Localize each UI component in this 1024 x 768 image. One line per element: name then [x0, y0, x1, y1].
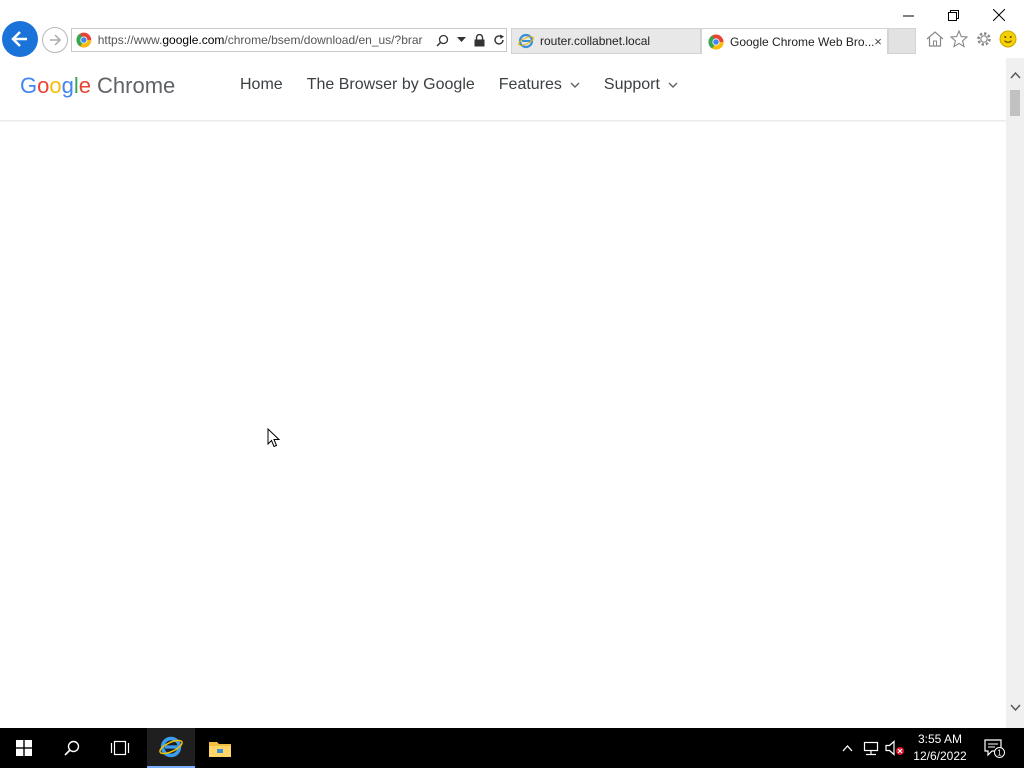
back-button[interactable] — [2, 21, 38, 57]
tab-router-collabnet[interactable]: router.collabnet.local — [511, 28, 701, 54]
google-chrome-logo[interactable]: Google Chrome — [20, 73, 175, 99]
web-page: Google Chrome Home The Browser by Google… — [0, 58, 1006, 728]
tab-close-button[interactable]: × — [871, 34, 885, 49]
favorites-star-icon[interactable] — [949, 29, 969, 49]
url-prefix: https://www. — [97, 33, 163, 47]
browser-window: https://www.google.com/chrome/bsem/downl… — [0, 0, 1024, 728]
taskbar-internet-explorer[interactable] — [147, 728, 195, 768]
url-path: /chrome/bsem/download/en_us/?brar — [224, 33, 423, 47]
feedback-smiley-icon[interactable] — [998, 29, 1018, 49]
vertical-scrollbar[interactable] — [1006, 58, 1024, 728]
site-header: Google Chrome Home The Browser by Google… — [0, 58, 1006, 120]
taskbar-search-button[interactable] — [48, 728, 96, 768]
refresh-icon[interactable] — [491, 33, 506, 48]
tab-label: router.collabnet.local — [540, 34, 651, 48]
arrow-right-icon — [50, 34, 62, 46]
speaker-muted-icon — [885, 740, 904, 756]
lock-icon[interactable] — [473, 33, 488, 48]
chevron-down-icon — [1009, 704, 1021, 711]
scrollbar-thumb[interactable] — [1010, 90, 1020, 116]
clock-date: 12/6/2022 — [913, 749, 967, 763]
tab-label: Google Chrome Web Bro... — [730, 34, 875, 49]
nav-support[interactable]: Support — [604, 76, 678, 94]
taskbar: 3:55 AM 12/6/2022 1 — [0, 728, 1024, 768]
chevron-up-icon — [842, 744, 852, 751]
restore-button[interactable] — [930, 2, 976, 28]
logo-letter: o — [37, 73, 50, 98]
browser-toolbar: https://www.google.com/chrome/bsem/downl… — [0, 0, 1024, 58]
start-button[interactable] — [0, 728, 48, 768]
search-icon[interactable] — [435, 33, 450, 48]
tab-google-chrome[interactable]: Google Chrome Web Bro... × — [701, 28, 888, 54]
nav-features[interactable]: Features — [499, 76, 580, 94]
folder-icon — [209, 742, 231, 757]
logo-letter: o — [49, 73, 62, 98]
scroll-up-button[interactable] — [1006, 66, 1024, 84]
nav-label: The Browser by Google — [306, 76, 475, 93]
nav-the-browser-by-google[interactable]: The Browser by Google — [307, 76, 475, 94]
close-window-button[interactable] — [976, 2, 1022, 28]
notification-count: 1 — [997, 749, 1002, 758]
minimize-button[interactable] — [885, 2, 931, 28]
dropdown-arrow-icon[interactable] — [454, 33, 469, 48]
mouse-cursor-icon — [267, 428, 281, 448]
minimize-icon — [902, 15, 914, 16]
internet-explorer-icon — [159, 736, 183, 758]
notification-icon: 1 — [984, 739, 1005, 758]
chrome-favicon-icon — [76, 32, 92, 48]
taskbar-file-explorer[interactable] — [196, 728, 244, 768]
chrome-favicon-icon — [708, 34, 724, 50]
scroll-down-button[interactable] — [1006, 698, 1024, 716]
close-icon — [993, 9, 1005, 21]
restore-icon — [947, 9, 959, 21]
clock-time: 3:55 AM — [917, 732, 963, 746]
taskbar-clock[interactable]: 3:55 AM 12/6/2022 — [908, 731, 972, 765]
network-tray-icon[interactable] — [860, 728, 882, 768]
new-tab-button[interactable] — [888, 28, 916, 54]
arrow-left-icon — [11, 31, 27, 47]
chevron-down-icon — [570, 82, 580, 88]
show-hidden-icons-button[interactable] — [838, 728, 856, 768]
address-bar[interactable]: https://www.google.com/chrome/bsem/downl… — [71, 28, 507, 52]
nav-label: Home — [240, 76, 283, 93]
logo-letter: G — [20, 73, 38, 98]
logo-product-name: Chrome — [97, 73, 176, 98]
url-text[interactable]: https://www.google.com/chrome/bsem/downl… — [98, 33, 431, 47]
gear-icon[interactable] — [974, 29, 994, 49]
nav-label: Features — [498, 76, 562, 93]
nav-home[interactable]: Home — [240, 76, 283, 94]
windows-logo-icon — [16, 740, 32, 756]
task-view-icon — [110, 740, 130, 756]
logo-letter: e — [78, 73, 92, 98]
network-icon — [863, 741, 879, 756]
search-icon — [64, 740, 80, 756]
nav-label: Support — [603, 76, 660, 93]
logo-letter: g — [61, 73, 74, 98]
chevron-up-icon — [1009, 71, 1021, 78]
volume-tray-icon[interactable] — [884, 728, 906, 768]
home-icon[interactable] — [925, 29, 945, 49]
action-center-button[interactable]: 1 — [980, 728, 1008, 768]
internet-explorer-icon — [518, 33, 534, 49]
site-nav: Home The Browser by Google Features Supp… — [240, 76, 702, 94]
forward-button[interactable] — [42, 27, 68, 53]
task-view-button[interactable] — [96, 728, 144, 768]
url-host: google.com — [162, 33, 225, 47]
chevron-down-icon — [668, 82, 678, 88]
